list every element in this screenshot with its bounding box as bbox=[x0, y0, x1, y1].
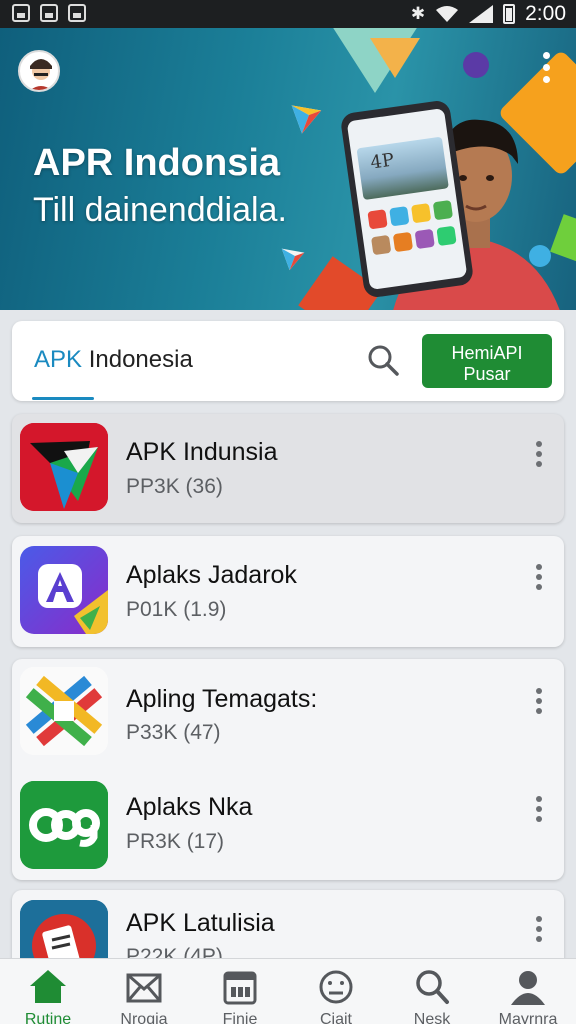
app-card: Apling Temagats: P33K (47) Aplaks Nka PR… bbox=[12, 659, 564, 880]
gallery-icon bbox=[12, 4, 30, 22]
purple-a-icon bbox=[20, 546, 108, 634]
status-bar: ✱ 2:00 bbox=[0, 0, 576, 28]
nav-item-nesk[interactable]: Nesk bbox=[384, 959, 480, 1024]
app-card: Aplaks Jadarok P01K (1.9) bbox=[12, 536, 564, 647]
battery-icon bbox=[503, 4, 516, 24]
app-name: APK Latulisia bbox=[126, 909, 275, 937]
wifi-icon bbox=[436, 6, 459, 22]
app-meta: P01K (1.9) bbox=[126, 598, 227, 621]
active-tab-indicator bbox=[32, 397, 94, 400]
home-icon bbox=[30, 970, 66, 1003]
list-item[interactable]: APK Indunsia PP3K (36) bbox=[12, 414, 564, 514]
nav-item-nroqia[interactable]: Nroqia bbox=[96, 959, 192, 1024]
nav-item-rutine[interactable]: Rutine bbox=[0, 959, 96, 1024]
hero-subtitle: Till dainenddiala. bbox=[33, 191, 287, 229]
nav-item-ciait[interactable]: Ciait bbox=[288, 959, 384, 1024]
more-options-icon[interactable] bbox=[534, 688, 544, 718]
signal-icon bbox=[469, 5, 494, 23]
list-item[interactable]: Aplaks Jadarok P01K (1.9) bbox=[12, 536, 564, 636]
more-options-icon[interactable] bbox=[534, 564, 544, 594]
app-meta: PP3K (36) bbox=[126, 475, 223, 498]
more-options-icon[interactable] bbox=[534, 441, 544, 471]
image-icon bbox=[40, 4, 58, 22]
app-meta: P33K (47) bbox=[126, 721, 221, 744]
search-icon[interactable] bbox=[366, 343, 400, 377]
search-button[interactable]: HemiAPI Pusar bbox=[422, 334, 552, 388]
nav-item-mayrnra[interactable]: Mayrnra bbox=[480, 959, 576, 1024]
phone-brand-text: 4P bbox=[369, 149, 396, 174]
red-green-arrow-icon bbox=[20, 423, 108, 511]
overflow-menu-icon[interactable] bbox=[540, 52, 552, 88]
app-meta: PR3K (17) bbox=[126, 830, 225, 853]
play-store-icon bbox=[291, 105, 322, 134]
avatar[interactable] bbox=[18, 50, 60, 92]
hero-title: APR Indonsia bbox=[33, 142, 281, 184]
search-tab-label[interactable]: APK Indonesia bbox=[34, 346, 193, 374]
notification-badge-icon[interactable] bbox=[463, 52, 489, 78]
app-name: APK Indunsia bbox=[126, 438, 278, 466]
bluetooth-icon: ✱ bbox=[410, 4, 426, 24]
search-bar: APK Indonesia HemiAPI Pusar bbox=[12, 321, 564, 401]
photo-icon bbox=[68, 4, 86, 22]
face-icon bbox=[319, 970, 353, 1004]
app-card: APK Indunsia PP3K (36) bbox=[12, 414, 564, 523]
person-icon bbox=[511, 971, 545, 1005]
more-options-icon[interactable] bbox=[534, 796, 544, 826]
play-store-icon bbox=[281, 248, 305, 271]
list-item[interactable]: Apling Temagats: P33K (47) bbox=[12, 659, 564, 759]
calendar-icon bbox=[223, 971, 257, 1005]
more-options-icon[interactable] bbox=[534, 916, 544, 946]
colorful-tiles-icon bbox=[20, 667, 108, 755]
green-logo-icon bbox=[20, 781, 108, 869]
app-name: Aplaks Nka bbox=[126, 793, 253, 821]
mail-icon bbox=[126, 973, 162, 1003]
search-icon bbox=[416, 970, 449, 1004]
hero-banner: APR Indonsia Till dainenddiala. 4P bbox=[0, 28, 576, 310]
nav-item-finie[interactable]: Finie bbox=[192, 959, 288, 1024]
list-item[interactable]: Aplaks Nka PR3K (17) bbox=[12, 773, 564, 873]
clock: 2:00 bbox=[525, 2, 566, 25]
bottom-navigation: Rutine Nroqia Finie Ciait Nesk Mayrnra bbox=[0, 958, 576, 1024]
app-name: Aplaks Jadarok bbox=[126, 561, 297, 589]
app-name: Apling Temagats: bbox=[126, 685, 318, 713]
